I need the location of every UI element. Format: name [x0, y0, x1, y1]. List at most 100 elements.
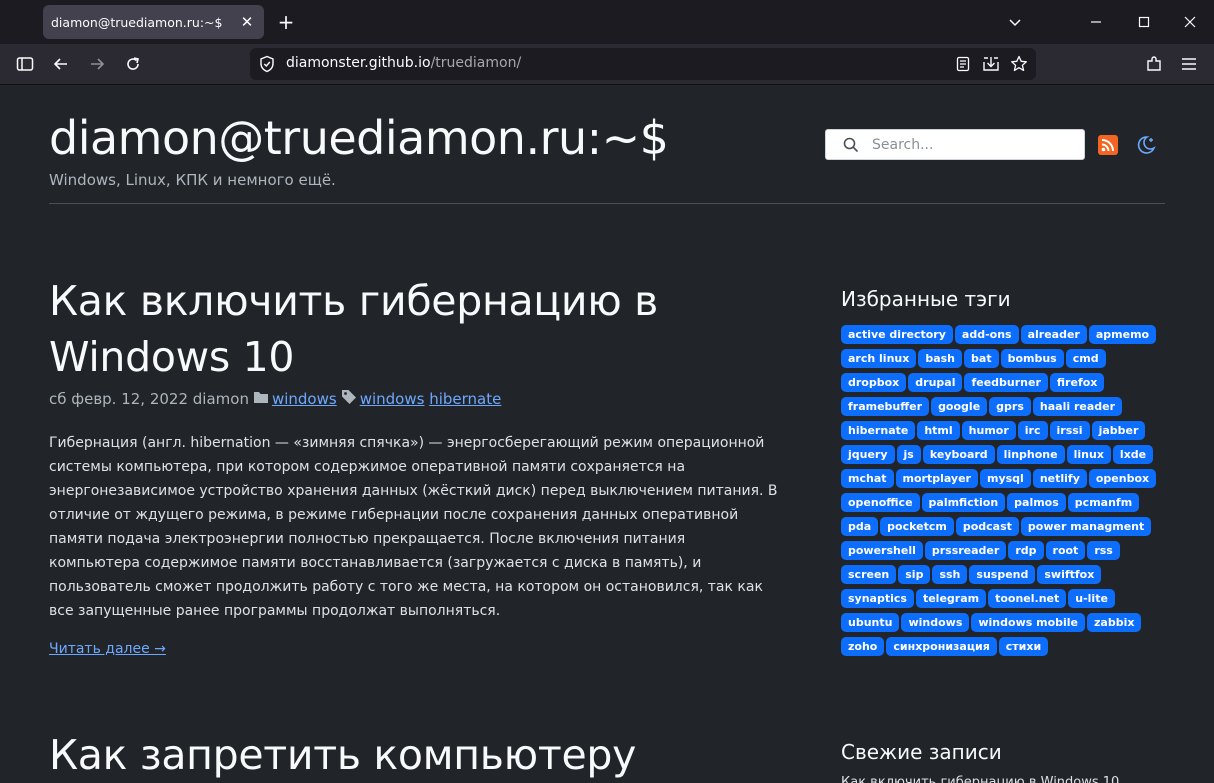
tag-badge[interactable]: gprs — [989, 397, 1031, 416]
browser-tab[interactable]: diamon@truediamon.ru:~$ ✕ — [43, 5, 264, 39]
reload-icon[interactable] — [122, 53, 144, 75]
menu-hamburger-icon[interactable] — [1178, 53, 1200, 75]
tag-badge[interactable]: drupal — [908, 373, 963, 392]
tag-badge[interactable]: bombus — [1000, 349, 1064, 368]
sidebar-toggle-icon[interactable] — [14, 53, 36, 75]
tag-badge[interactable]: power managment — [1020, 517, 1152, 536]
tag-badge[interactable]: palmos — [1007, 493, 1066, 512]
read-more-link[interactable]: Читать далее → — [49, 641, 166, 657]
tag-badge[interactable]: hibernate — [841, 421, 916, 440]
search-input[interactable] — [872, 134, 1077, 156]
tag-badge[interactable]: jabber — [1091, 421, 1146, 440]
tag-badge[interactable]: powershell — [841, 541, 923, 560]
tag-badge[interactable]: openoffice — [841, 493, 920, 512]
tag-badge[interactable]: html — [917, 421, 960, 440]
tag-badge[interactable]: windows mobile — [971, 613, 1086, 632]
tag-badge[interactable]: pcmanfm — [1067, 493, 1140, 512]
tab-title: diamon@truediamon.ru:~$ — [51, 14, 223, 30]
close-icon[interactable]: ✕ — [238, 13, 256, 31]
recent-posts-heading: Свежие записи — [841, 740, 1002, 764]
tag-badge[interactable]: jquery — [841, 445, 895, 464]
back-arrow-icon[interactable] — [50, 53, 72, 75]
recent-post-link[interactable]: Как включить гибернацию в Windows 10 — [841, 775, 1119, 783]
tag-badge[interactable]: alreader — [1020, 325, 1087, 344]
tag-badge[interactable]: suspend — [969, 565, 1036, 584]
tag-badge[interactable]: bash — [918, 349, 963, 368]
site-title[interactable]: diamon@truediamon.ru:~$ — [49, 111, 669, 165]
maximize-icon[interactable] — [1134, 12, 1154, 32]
rss-icon[interactable] — [1098, 135, 1118, 155]
save-to-pocket-icon[interactable] — [981, 54, 1001, 74]
post-category-link[interactable]: windows — [272, 390, 337, 408]
tag-badge[interactable]: feedburner — [964, 373, 1048, 392]
tag-badge[interactable]: mchat — [841, 469, 894, 488]
post-title[interactable]: Как включить гибернацию в Windows 10 — [49, 273, 769, 385]
extensions-puzzle-icon[interactable] — [1143, 53, 1165, 75]
tag-badge[interactable]: podcast — [955, 517, 1019, 536]
tag-badge[interactable]: sip — [898, 565, 931, 584]
tag-badge[interactable]: keyboard — [922, 445, 995, 464]
tag-icon — [341, 389, 357, 409]
tag-badge[interactable]: add-ons — [954, 325, 1019, 344]
tag-badge[interactable]: telegram — [915, 589, 987, 608]
tag-badge[interactable]: irssi — [1049, 421, 1090, 440]
tag-badge[interactable]: swiftfox — [1037, 565, 1102, 584]
tag-badge[interactable]: zoho — [841, 637, 885, 656]
tag-badge[interactable]: toonel.net — [988, 589, 1067, 608]
tag-badge[interactable]: firefox — [1049, 373, 1105, 392]
search-box[interactable] — [825, 129, 1085, 160]
chevron-down-icon[interactable] — [1005, 12, 1025, 32]
new-tab-plus-icon[interactable]: + — [276, 12, 296, 32]
tag-badge[interactable]: arch linux — [841, 349, 917, 368]
tag-badge[interactable]: pocketcm — [880, 517, 954, 536]
tag-badge[interactable]: linux — [1066, 445, 1111, 464]
post-tag-link[interactable]: hibernate — [429, 390, 501, 408]
shield-icon[interactable] — [258, 55, 276, 73]
tag-badge[interactable]: screen — [841, 565, 897, 584]
post-tag-link[interactable]: windows — [360, 390, 425, 408]
tag-badge[interactable]: apmemo — [1088, 325, 1157, 344]
post-title[interactable]: Как запретить компьютеру — [49, 731, 636, 779]
tag-badge[interactable]: mysql — [980, 469, 1031, 488]
tag-badge[interactable]: netlify — [1032, 469, 1087, 488]
tag-badge[interactable]: стихи — [998, 637, 1049, 656]
tag-badge[interactable]: google — [931, 397, 988, 416]
tag-badge[interactable]: pda — [841, 517, 879, 536]
tag-badge[interactable]: active directory — [841, 325, 953, 344]
tab-bar: diamon@truediamon.ru:~$ ✕ + — [0, 0, 1214, 44]
forward-arrow-icon[interactable] — [86, 53, 108, 75]
tag-badge[interactable]: haali reader — [1032, 397, 1123, 416]
tag-badge[interactable]: ubuntu — [841, 613, 900, 632]
url-text[interactable]: diamonster.github.io/truediamon/ — [286, 55, 521, 71]
tag-badge[interactable]: root — [1045, 541, 1086, 560]
moon-stars-icon[interactable] — [1135, 134, 1157, 156]
tag-badge[interactable]: mortplayer — [895, 469, 978, 488]
tag-badge[interactable]: u-lite — [1068, 589, 1115, 608]
tag-badge[interactable]: linphone — [996, 445, 1065, 464]
tag-badge[interactable]: dropbox — [841, 373, 907, 392]
window-close-icon[interactable] — [1180, 12, 1200, 32]
tag-badge[interactable]: irc — [1017, 421, 1048, 440]
tag-badge[interactable]: rdp — [1008, 541, 1044, 560]
tag-badge[interactable]: lxde — [1112, 445, 1154, 464]
tag-badge[interactable]: синхронизация — [886, 637, 997, 656]
tag-badge[interactable]: framebuffer — [841, 397, 930, 416]
minimize-icon[interactable] — [1086, 12, 1106, 32]
tag-badge[interactable]: openbox — [1088, 469, 1157, 488]
post-excerpt: Гибернация (англ. hibernation — «зимняя … — [49, 435, 778, 619]
tag-badge[interactable]: zabbix — [1087, 613, 1142, 632]
page-content: diamon@truediamon.ru:~$ Windows, Linux, … — [0, 84, 1214, 783]
tag-badge[interactable]: humor — [961, 421, 1016, 440]
tag-badge[interactable]: bat — [964, 349, 999, 368]
reader-view-icon[interactable] — [953, 54, 973, 74]
tag-badge[interactable]: ssh — [932, 565, 968, 584]
tag-badge[interactable]: prssreader — [924, 541, 1007, 560]
tag-badge[interactable]: windows — [901, 613, 970, 632]
bookmark-star-icon[interactable] — [1009, 54, 1029, 74]
tag-badge[interactable]: cmd — [1065, 349, 1106, 368]
tag-badge[interactable]: synaptics — [841, 589, 914, 608]
url-bar[interactable]: diamonster.github.io/truediamon/ — [250, 48, 1036, 80]
tag-badge[interactable]: rss — [1087, 541, 1120, 560]
tag-badge[interactable]: js — [896, 445, 921, 464]
tag-badge[interactable]: palmfiction — [921, 493, 1006, 512]
